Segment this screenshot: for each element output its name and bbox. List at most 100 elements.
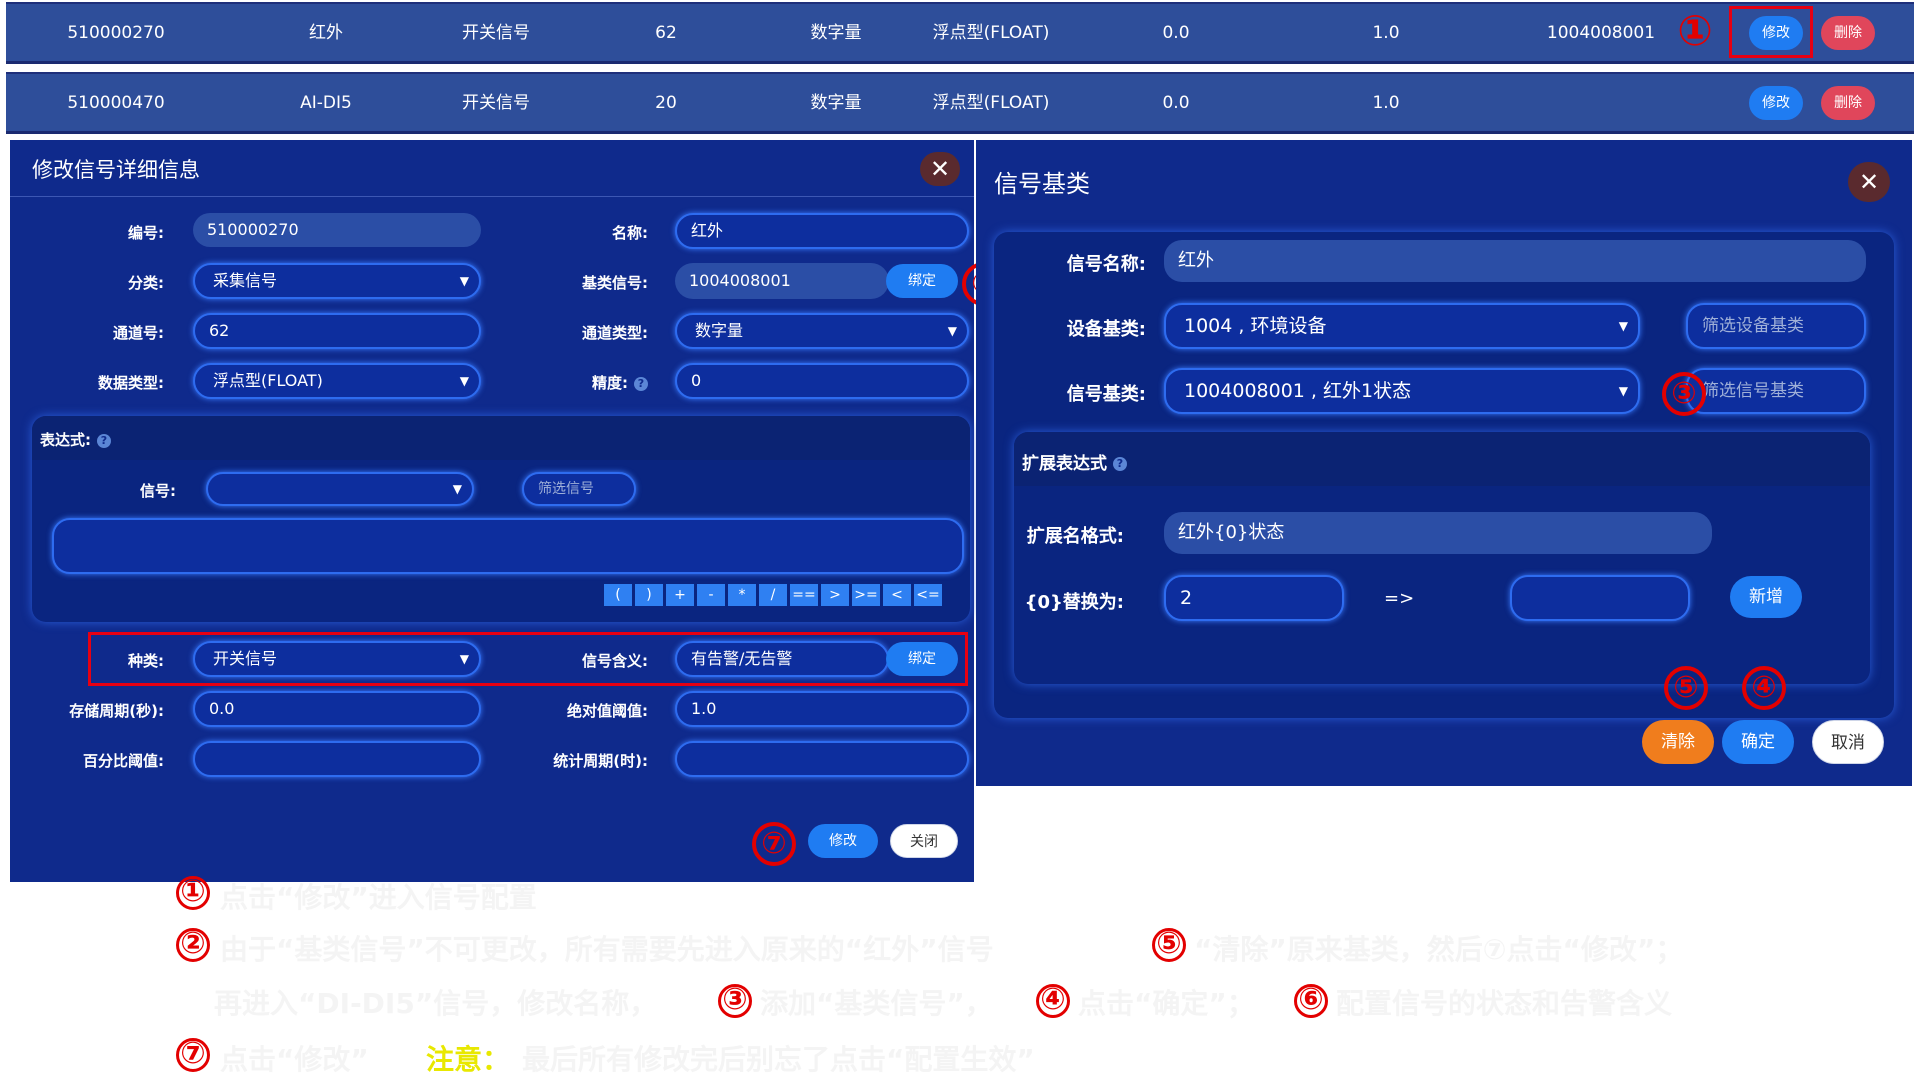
name-field[interactable]: 红外 — [675, 213, 969, 249]
operator-button[interactable]: ) — [635, 584, 663, 606]
cell-data-type: 浮点型(FLOAT) — [932, 93, 1050, 113]
confirm-button[interactable]: 确定 — [1722, 720, 1794, 764]
cell-channel-type: 数字量 — [810, 93, 862, 113]
instruction-text: 点击“修改” — [220, 1043, 369, 1076]
abs-threshold-label: 绝对值阈值: — [567, 702, 648, 720]
class-label: 分类: — [128, 274, 164, 292]
id-field: 510000270 — [193, 213, 481, 247]
chevron-down-icon: ▼ — [947, 324, 957, 338]
ext-expression-header: 扩展表达式? — [1014, 432, 1870, 486]
expr-signal-select[interactable]: ▼ — [206, 472, 474, 506]
help-icon[interactable]: ? — [634, 376, 648, 391]
replace-field[interactable]: 2 — [1164, 575, 1344, 621]
class-select[interactable]: 采集信号 ▼ — [193, 263, 481, 299]
arrow-text: => — [1384, 588, 1415, 609]
dialog-title: 修改信号详细信息 — [32, 158, 200, 182]
storage-field[interactable]: 0.0 — [193, 691, 481, 727]
filter-signal-input[interactable]: 筛选信号 — [522, 472, 636, 506]
id-label: 编号: — [128, 224, 164, 242]
instruction-number: ④ — [1036, 984, 1070, 1018]
help-icon[interactable]: ? — [97, 433, 111, 448]
precision-field[interactable]: 0 — [675, 363, 969, 399]
annotation-mark-7: ⑦ — [752, 822, 796, 866]
channel-type-value: 数字量 — [695, 321, 744, 340]
device-base-label: 设备基类: — [1066, 319, 1146, 340]
chevron-down-icon: ▼ — [1618, 384, 1628, 398]
channel-field[interactable]: 62 — [193, 313, 481, 349]
cell-name: 红外 — [309, 23, 343, 43]
instructions: ① 点击“修改”进入信号配置 ② 由于“基类信号”不可更改，所有需要先进入原来的… — [0, 876, 1920, 1080]
bind-base-button[interactable]: 绑定 — [886, 264, 958, 298]
delete-button[interactable]: 删除 — [1821, 86, 1875, 120]
annotation-mark-1: ① — [1677, 6, 1713, 55]
instruction-text: 点击“确定”； — [1078, 987, 1255, 1020]
abs-threshold-field[interactable]: 1.0 — [675, 691, 969, 727]
close-button[interactable]: 关闭 — [890, 824, 958, 858]
class-select-value: 采集信号 — [213, 271, 278, 290]
annotation-highlight-box — [1729, 6, 1813, 58]
expression-header: 表达式:? — [32, 416, 970, 460]
instruction-text: 最后所有修改完后别忘了点击“配置生效” — [522, 1043, 1035, 1076]
operator-button[interactable]: - — [697, 584, 725, 606]
table-row: 510000470 AI-DI5 开关信号 20 数字量 浮点型(FLOAT) … — [6, 72, 1914, 134]
annotation-mark-5: ⑤ — [1664, 666, 1708, 710]
channel-label: 通道号: — [113, 324, 164, 342]
precision-label: 精度:? — [530, 372, 648, 393]
instruction-text: 再进入“DI-DI5”信号，修改名称， — [214, 987, 658, 1020]
cell-base: 1004008001 — [1546, 23, 1656, 43]
cell-category: 开关信号 — [462, 23, 530, 43]
edit-button[interactable]: 修改 — [1749, 86, 1803, 120]
expr-signal-label: 信号: — [140, 482, 176, 500]
operator-button[interactable]: >= — [852, 584, 880, 606]
channel-type-select[interactable]: 数字量 ▼ — [675, 313, 969, 349]
format-field: 红外{0}状态 — [1164, 512, 1712, 554]
cell-channel: 62 — [655, 23, 677, 43]
operator-button[interactable]: ( — [604, 584, 632, 606]
instruction-number: ⑤ — [1152, 928, 1186, 962]
chevron-down-icon: ▼ — [459, 274, 469, 288]
help-icon[interactable]: ? — [1113, 457, 1127, 471]
device-filter-input[interactable]: 筛选设备基类 — [1686, 303, 1866, 349]
data-type-label: 数据类型: — [98, 374, 164, 392]
close-icon[interactable]: ✕ — [1848, 162, 1890, 202]
operator-button[interactable]: + — [666, 584, 694, 606]
instruction-number: ⑦ — [176, 1038, 210, 1072]
replace-target-field[interactable] — [1510, 575, 1690, 621]
data-type-select[interactable]: 浮点型(FLOAT) ▼ — [193, 363, 481, 399]
precision-label-text: 精度: — [592, 374, 628, 392]
cell-value1: 0.0 — [1162, 93, 1190, 113]
operator-button[interactable]: < — [883, 584, 911, 606]
signal-base-select[interactable]: 1004008001 , 红外1状态 ▼ — [1164, 368, 1640, 414]
replace-label: {0}替换为: — [1024, 592, 1124, 613]
stat-period-field[interactable] — [675, 741, 969, 777]
instruction-text: 添加“基类信号”， — [760, 987, 993, 1020]
close-icon[interactable]: ✕ — [920, 152, 960, 186]
clear-button[interactable]: 清除 — [1642, 720, 1714, 764]
dialog-title: 信号基类 — [994, 170, 1090, 198]
expression-textarea[interactable] — [52, 518, 964, 574]
device-base-select[interactable]: 1004 , 环境设备 ▼ — [1164, 303, 1640, 349]
signal-filter-input[interactable]: 筛选信号基类 — [1686, 368, 1866, 414]
cell-value2: 1.0 — [1372, 93, 1400, 113]
base-signal-label: 基类信号: — [582, 274, 648, 292]
operator-button[interactable]: > — [821, 584, 849, 606]
ext-expression-panel: 扩展表达式? 扩展名格式: 红外{0}状态 {0}替换为: 2 => 新增 — [1014, 432, 1870, 684]
chevron-down-icon: ▼ — [1618, 319, 1628, 333]
instruction-text: “清除”原来基类，然后⑦点击“修改”； — [1194, 933, 1684, 966]
delete-button[interactable]: 删除 — [1821, 16, 1875, 50]
chevron-down-icon: ▼ — [452, 482, 462, 496]
operator-button[interactable]: == — [790, 584, 818, 606]
percent-threshold-field[interactable] — [193, 741, 481, 777]
cell-category: 开关信号 — [462, 93, 530, 113]
ext-expression-title: 扩展表达式? — [1022, 449, 1127, 474]
operator-button[interactable]: * — [728, 584, 756, 606]
modify-button[interactable]: 修改 — [808, 824, 878, 858]
operator-button[interactable]: / — [759, 584, 787, 606]
cell-data-type: 浮点型(FLOAT) — [932, 23, 1050, 43]
add-button[interactable]: 新增 — [1730, 576, 1802, 618]
cell-value1: 0.0 — [1162, 23, 1190, 43]
operator-button[interactable]: <= — [914, 584, 942, 606]
annotation-highlight-box — [88, 632, 968, 686]
expression-panel: 表达式:? 信号: ▼ 筛选信号 ( ) + - * / == > >= < <… — [32, 416, 970, 622]
cancel-button[interactable]: 取消 — [1812, 720, 1884, 764]
